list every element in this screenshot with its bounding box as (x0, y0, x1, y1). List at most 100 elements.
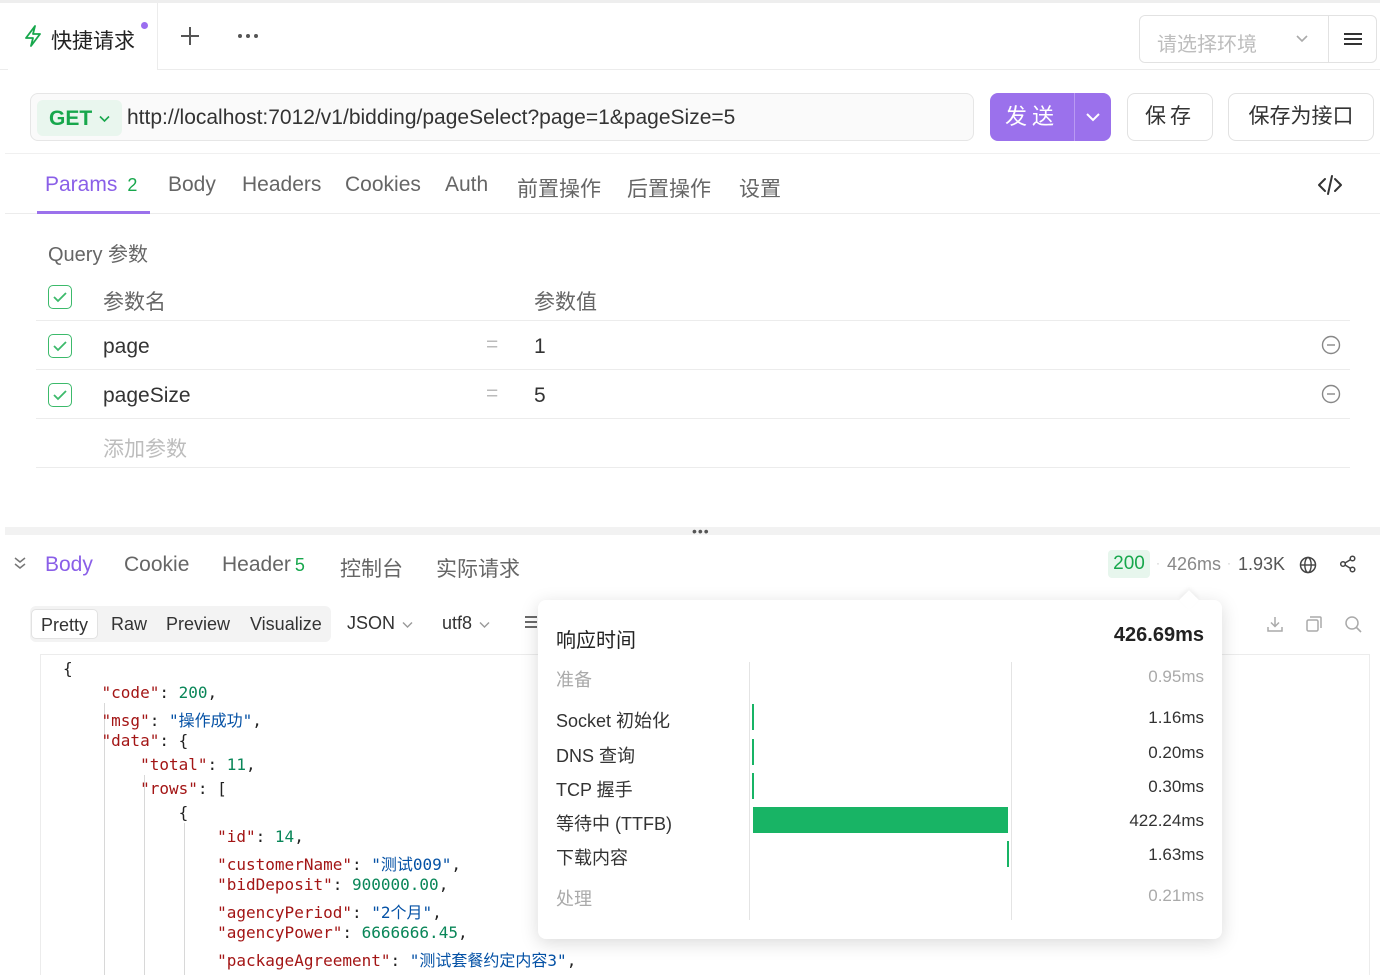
response-tab-console[interactable]: 控制台 (340, 553, 403, 583)
tab-settings[interactable]: 设置 (739, 173, 781, 203)
chevron-down-icon (1296, 35, 1308, 43)
timing-phase-label: 等待中 (TTFB) (556, 814, 672, 834)
encoding-select[interactable]: utf8 (442, 613, 491, 634)
tab-params[interactable]: Params 2 (45, 173, 137, 197)
more-icon (238, 34, 258, 38)
code-line: { (63, 659, 73, 678)
timing-phase-label: 下载内容 (556, 848, 628, 868)
code-icon[interactable] (1317, 174, 1343, 196)
timing-phase-bar (752, 773, 755, 799)
timing-phase-value: 0.20ms (1148, 743, 1204, 762)
top-bar: 快捷请求 请选择环境 (0, 0, 1380, 70)
code-line: "total": 11, (140, 755, 256, 774)
separator-dot: · (1156, 556, 1160, 570)
tab-headers[interactable]: Headers (242, 173, 321, 197)
tab-cookies[interactable]: Cookies (345, 173, 421, 197)
tab-auth[interactable]: Auth (445, 173, 488, 197)
timeline-start-line (749, 662, 750, 920)
timing-phase-label: TCP 握手 (556, 780, 633, 800)
tab-label: Params (45, 173, 118, 196)
send-button[interactable]: 发送 (990, 93, 1074, 141)
wrap-lines-icon[interactable] (524, 614, 538, 630)
language-select[interactable]: JSON (347, 613, 414, 634)
mode-visualize[interactable]: Visualize (241, 609, 331, 639)
code-line: "customerName": "测试009", (217, 855, 462, 874)
code-line: "code": 200, (101, 683, 218, 702)
environment-placeholder: 请选择环境 (1157, 34, 1257, 56)
method-select[interactable]: GET (37, 100, 122, 136)
hamburger-icon (1344, 33, 1362, 45)
check-icon (53, 292, 67, 303)
timing-phase-label: 处理 (556, 889, 592, 909)
timing-phase-bar (1007, 841, 1009, 867)
environment-select[interactable]: 请选择环境 (1139, 15, 1329, 63)
code-line: "packageAgreement": "测试套餐约定内容3", (217, 951, 577, 970)
download-icon[interactable] (1266, 615, 1284, 633)
param-enable-checkbox[interactable] (48, 383, 72, 407)
tab-post-actions[interactable]: 后置操作 (627, 173, 711, 203)
code-line: "agencyPower": 6666666.45, (217, 923, 468, 942)
request-tabs: Params 2 Body Headers Cookies Auth 前置操作 后… (5, 153, 1380, 214)
mode-pretty[interactable]: Pretty (31, 609, 99, 639)
new-tab-button[interactable] (176, 25, 204, 53)
copy-icon[interactable] (1305, 615, 1323, 633)
view-mode-group: Pretty Raw Preview Visualize (30, 606, 331, 642)
params-count-badge: 2 (127, 175, 138, 195)
query-params-title: Query 参数 (48, 244, 149, 266)
popover-arrow (1179, 590, 1199, 610)
more-tabs-button[interactable] (236, 21, 260, 47)
response-time[interactable]: 426ms (1167, 554, 1221, 575)
active-tab-indicator (37, 211, 150, 214)
remove-param-icon[interactable] (1321, 335, 1341, 355)
code-line: "agencyPeriod": "2个月", (217, 903, 442, 922)
response-tab-body[interactable]: Body (45, 553, 93, 577)
plus-icon (181, 27, 199, 45)
method-label: GET (49, 107, 93, 130)
response-timing-popover: 响应时间 426.69ms 准备 0.95ms Socket 初始化 1.16ms DN… (538, 590, 1222, 939)
tab-pre-actions[interactable]: 前置操作 (517, 173, 601, 203)
timing-phase-value: 1.63ms (1148, 845, 1204, 864)
response-tab-actual-request[interactable]: 实际请求 (436, 553, 520, 583)
lightning-icon (25, 25, 41, 47)
share-icon[interactable] (1339, 555, 1357, 573)
send-options-button[interactable] (1074, 93, 1111, 141)
timing-phase-bar (752, 739, 755, 765)
response-size[interactable]: 1.93K (1238, 554, 1285, 575)
timeline-end-line (1011, 662, 1012, 920)
param-name-field[interactable]: page (103, 335, 150, 359)
chevron-down-icon (99, 115, 110, 123)
param-enable-checkbox[interactable] (48, 334, 72, 358)
remove-param-icon[interactable] (1321, 384, 1341, 404)
search-icon[interactable] (1344, 615, 1363, 634)
collapse-icon[interactable] (12, 555, 28, 571)
separator-dot: · (1227, 556, 1231, 570)
menu-button[interactable] (1328, 15, 1377, 63)
param-value-field[interactable]: 1 (534, 335, 546, 359)
timing-phase-label: DNS 查询 (556, 746, 636, 766)
check-icon (53, 341, 67, 352)
equals-sign: = (486, 333, 499, 356)
response-tab-header[interactable]: Header 5 (222, 553, 305, 577)
param-name-field[interactable]: pageSize (103, 384, 191, 408)
save-button[interactable]: 保存 (1127, 93, 1213, 141)
add-param-input[interactable]: 添加参数 (103, 433, 187, 463)
chevron-down-icon (479, 621, 490, 628)
status-code-badge: 200 (1108, 550, 1150, 578)
param-value-field[interactable]: 5 (534, 384, 546, 408)
resize-grip-icon[interactable]: ••• (692, 524, 710, 538)
language-value: JSON (347, 613, 396, 633)
tab-body[interactable]: Body (168, 173, 216, 197)
code-line: "data": { (101, 731, 189, 750)
tab-quick-request[interactable]: 快捷请求 (8, 3, 158, 70)
select-all-checkbox[interactable] (48, 285, 72, 309)
mode-preview[interactable]: Preview (157, 609, 239, 639)
param-row: pageSize = 5 (36, 370, 1350, 419)
save-as-api-button[interactable]: 保存为接口 (1228, 93, 1374, 141)
mode-raw[interactable]: Raw (102, 609, 156, 639)
globe-icon[interactable] (1299, 556, 1317, 574)
url-input[interactable] (127, 104, 967, 132)
timing-phase-value: 0.95ms (1148, 667, 1204, 686)
timing-phase-value: 0.30ms (1148, 777, 1204, 796)
timing-phase-bar (751, 704, 754, 730)
response-tab-cookie[interactable]: Cookie (124, 553, 189, 577)
